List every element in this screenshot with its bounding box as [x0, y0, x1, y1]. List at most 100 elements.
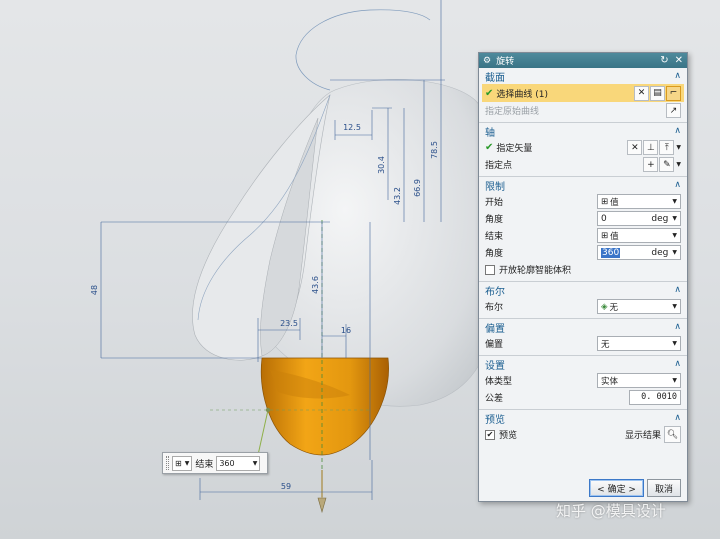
- end-type-dropdown[interactable]: ⊞ 值 ▼: [597, 228, 681, 243]
- deselect-icon[interactable]: ✕: [634, 85, 649, 101]
- cancel-button[interactable]: 取消: [646, 479, 681, 497]
- offset-value: 无: [601, 339, 610, 350]
- dim-label-59[interactable]: 59: [281, 482, 291, 491]
- select-curve-label: 选择曲线 (1): [496, 89, 549, 100]
- drag-grip[interactable]: [166, 456, 169, 470]
- specify-point-row[interactable]: 指定点 + ✎ ▼: [479, 156, 687, 173]
- chevron-down-icon: ▼: [672, 377, 677, 384]
- preview-checkbox[interactable]: ✔: [485, 429, 495, 440]
- start-angle-label: 角度: [485, 215, 504, 225]
- boolean-title: 布尔: [485, 286, 505, 298]
- close-icon[interactable]: ✕: [675, 55, 683, 66]
- guide-curve[interactable]: [295, 9, 431, 91]
- dim-label-43-2[interactable]: 43.2: [393, 187, 402, 205]
- boolean-header[interactable]: 布尔 ∧: [479, 282, 687, 298]
- dim-label-43-6[interactable]: 43.6: [311, 276, 320, 294]
- preview-header[interactable]: 预览 ∧: [479, 410, 687, 426]
- start-type-value: 值: [610, 197, 619, 208]
- chevron-down-icon[interactable]: ▼: [676, 161, 681, 168]
- tolerance-input[interactable]: 0. 0010: [629, 390, 681, 405]
- reverse-direction-icon[interactable]: ✕: [627, 140, 643, 155]
- point-type-icon[interactable]: ✎: [659, 157, 675, 172]
- origin-curve-row[interactable]: 指定原始曲线 ↗: [479, 102, 687, 119]
- chevron-down-icon[interactable]: ▼: [672, 249, 677, 256]
- reset-icon[interactable]: ↻: [660, 55, 668, 66]
- check-icon: ✔: [485, 87, 494, 99]
- dialog-title: 旋转: [496, 57, 515, 67]
- end-angle-input[interactable]: 360 deg ▼: [597, 245, 681, 260]
- dialog-footer: < 确定 > 取消: [589, 479, 681, 497]
- chevron-up-icon[interactable]: ∧: [674, 285, 681, 295]
- dim-label-30-4[interactable]: 30.4: [377, 156, 386, 174]
- value-icon: ⊞: [601, 196, 609, 207]
- sketch-icon[interactable]: ▤: [650, 85, 665, 101]
- preview-group: 预览 ∧ ✔ 预览 显示结果 🔍︎: [479, 410, 687, 446]
- chevron-up-icon[interactable]: ∧: [674, 126, 681, 136]
- body-type-label: 体类型: [485, 377, 513, 387]
- specify-vector-row[interactable]: ✔ 指定矢量 ✕ ⊥ ⤒ ▼: [479, 139, 687, 156]
- chevron-down-icon: ▼: [184, 459, 190, 467]
- limits-header[interactable]: 限制 ∧: [479, 177, 687, 193]
- dim-label-66-9[interactable]: 66.9: [413, 179, 422, 197]
- end-angle-value: 360: [601, 247, 621, 258]
- floating-end-limit-widget[interactable]: ⊞ ▼ 结束 360 ▼: [162, 452, 268, 474]
- dim-label-78-5[interactable]: 78.5: [430, 141, 439, 159]
- tolerance-label: 公差: [485, 394, 504, 404]
- curve-rule-icon[interactable]: ⌐: [666, 85, 681, 101]
- dim-label-16[interactable]: 16: [341, 326, 351, 335]
- point-dialog-icon[interactable]: +: [643, 157, 659, 172]
- boolean-group: 布尔 ∧ 布尔 ◈ 无 ▼: [479, 282, 687, 319]
- dim-label-48[interactable]: 48: [90, 285, 99, 295]
- start-type-dropdown[interactable]: ⊞ 值 ▼: [597, 194, 681, 209]
- origin-curve-icon[interactable]: ↗: [666, 103, 681, 118]
- end-type-value: 值: [610, 231, 619, 242]
- preview-title: 预览: [485, 414, 505, 426]
- limit-type-dropdown[interactable]: ⊞ ▼: [172, 455, 193, 471]
- settings-group: 设置 ∧ 体类型 实体 ▼ 公差 0. 0010: [479, 356, 687, 410]
- chevron-up-icon[interactable]: ∧: [674, 71, 681, 81]
- dim-label-23-5[interactable]: 23.5: [280, 319, 298, 328]
- axis-header[interactable]: 轴 ∧: [479, 123, 687, 139]
- offset-title: 偏置: [485, 323, 505, 335]
- preview-row: ✔ 预览 显示结果 🔍︎: [479, 426, 687, 443]
- open-profile-label: 开放轮廓智能体积: [499, 266, 572, 276]
- open-profile-row[interactable]: 开放轮廓智能体积: [479, 261, 687, 278]
- dialog-titlebar[interactable]: ⚙ 旋转 ↻ ✕: [479, 53, 687, 68]
- chevron-up-icon[interactable]: ∧: [674, 180, 681, 190]
- watermark-text: 知乎 @模具设计: [556, 502, 666, 520]
- chevron-up-icon[interactable]: ∧: [674, 359, 681, 369]
- tolerance-row: 公差 0. 0010: [479, 389, 687, 406]
- boolean-dropdown[interactable]: ◈ 无 ▼: [597, 299, 681, 314]
- gear-icon: ⚙: [483, 55, 492, 66]
- chevron-down-icon[interactable]: ▼: [672, 215, 677, 222]
- vector-type-icon[interactable]: ⤒: [659, 140, 675, 155]
- body-type-dropdown[interactable]: 实体 ▼: [597, 373, 681, 388]
- end-angle-label: 角度: [485, 249, 504, 259]
- settings-header[interactable]: 设置 ∧: [479, 356, 687, 372]
- offset-header[interactable]: 偏置 ∧: [479, 319, 687, 335]
- float-end-input[interactable]: 360 ▼: [216, 455, 261, 471]
- axis-title: 轴: [485, 127, 495, 139]
- dim-label-12-5[interactable]: 12.5: [343, 123, 361, 132]
- ok-button[interactable]: < 确定 >: [589, 479, 644, 497]
- axis-arrow[interactable]: [317, 497, 327, 514]
- offset-dropdown[interactable]: 无 ▼: [597, 336, 681, 351]
- rotate-handle-line[interactable]: [257, 409, 269, 456]
- chevron-up-icon[interactable]: ∧: [674, 322, 681, 332]
- select-curve-row[interactable]: ✔ 选择曲线 (1) ✕ ▤ ⌐: [482, 84, 684, 102]
- revolve-dialog[interactable]: ⚙ 旋转 ↻ ✕ 截面 ∧ ✔ 选择曲线 (1) ✕ ▤ ⌐ 指定原始曲线 ↗ …: [478, 52, 688, 502]
- vector-dialog-icon[interactable]: ⊥: [643, 140, 659, 155]
- chevron-down-icon[interactable]: ▼: [676, 144, 681, 151]
- open-profile-checkbox[interactable]: [485, 264, 495, 275]
- section-header[interactable]: 截面 ∧: [479, 68, 687, 84]
- specify-point-label: 指定点: [485, 161, 513, 171]
- start-angle-input[interactable]: 0 deg ▼: [597, 211, 681, 226]
- preview-label: 预览: [499, 431, 518, 441]
- start-angle-value: 0: [601, 213, 607, 224]
- chevron-up-icon[interactable]: ∧: [674, 413, 681, 423]
- magnifier-icon[interactable]: 🔍︎: [664, 426, 681, 443]
- end-label: 结束: [485, 232, 504, 242]
- boolean-none-icon: ◈: [601, 301, 608, 312]
- boolean-label: 布尔: [485, 303, 504, 313]
- section-title: 截面: [485, 72, 505, 84]
